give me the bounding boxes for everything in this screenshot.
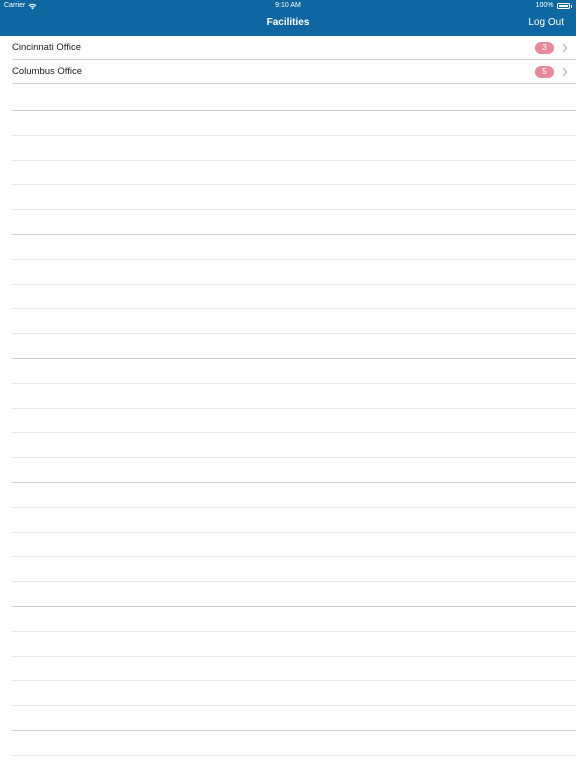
- status-right: 100%: [536, 0, 572, 12]
- chevron-right-icon: [562, 43, 568, 53]
- logout-button[interactable]: Log Out: [528, 17, 564, 28]
- nav-bar: Carrier 9:10 AM 100% Facilities Log Out: [0, 0, 576, 36]
- chevron-right-icon: [562, 67, 568, 77]
- facility-list: Cincinnati Office 3 Columbus Office 5: [0, 36, 576, 84]
- battery-icon: [556, 3, 570, 9]
- battery-tip: [570, 4, 572, 8]
- count-badge: 5: [535, 66, 554, 78]
- status-time: 9:10 AM: [275, 2, 301, 9]
- facility-row-columbus[interactable]: Columbus Office 5: [12, 60, 576, 84]
- count-badge: 3: [535, 42, 554, 54]
- battery-percent: 100%: [535, 2, 554, 9]
- status-bar: Carrier 9:10 AM 100%: [0, 0, 576, 12]
- page-title: Facilities: [266, 17, 310, 28]
- facility-name: Cincinnati Office: [12, 42, 81, 53]
- facility-name: Columbus Office: [12, 66, 83, 77]
- facility-row-cincinnati[interactable]: Cincinnati Office 3: [12, 36, 576, 60]
- empty-table-separators: [12, 86, 576, 768]
